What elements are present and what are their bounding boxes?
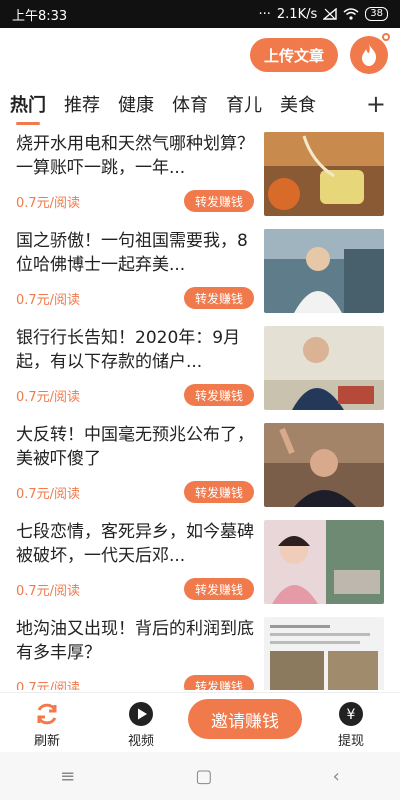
add-tab-button[interactable]: + (366, 90, 386, 118)
article-title[interactable]: 大反转！中国毫无预兆公布了，美被吓傻了 (16, 423, 254, 471)
status-bar: 上午8:33 ··· 2.1K/s 38 (0, 0, 400, 28)
fire-icon (362, 44, 376, 66)
article-price: 0.7元/阅读 (16, 681, 81, 690)
fire-button[interactable] (350, 36, 388, 74)
article-thumbnail[interactable] (264, 520, 384, 604)
invite-earn-button[interactable]: 邀请赚钱 (188, 699, 302, 739)
category-tabs: 热门 推荐 健康 体育 育儿 美食 + (0, 84, 400, 125)
article-item[interactable]: 银行行长告知！2020年：9月起，有以下存款的储户... 0.7元/阅读 转发赚… (0, 322, 400, 419)
nav-refresh[interactable]: 刷新 (22, 701, 72, 749)
article-price: 0.7元/阅读 (16, 293, 81, 308)
article-item[interactable]: 烧开水用电和天然气哪种划算？一算账吓一跳，一年... 0.7元/阅读 转发赚钱 (0, 128, 400, 225)
tab-sports[interactable]: 体育 (172, 91, 208, 117)
yuan-icon: ¥ (339, 702, 363, 726)
battery-icon: 38 (365, 7, 388, 21)
refresh-icon (37, 703, 57, 725)
share-earn-button[interactable]: 转发赚钱 (184, 578, 254, 600)
article-item[interactable]: 大反转！中国毫无预兆公布了，美被吓傻了 0.7元/阅读 转发赚钱 (0, 419, 400, 516)
article-price: 0.7元/阅读 (16, 487, 81, 502)
status-time: 上午8:33 (12, 8, 68, 24)
article-item[interactable]: 七段恋情，客死异乡，如今墓碑被破坏，一代天后邓... 0.7元/阅读 转发赚钱 (0, 516, 400, 613)
tab-parenting[interactable]: 育儿 (226, 91, 262, 117)
article-price: 0.7元/阅读 (16, 196, 81, 211)
share-earn-button[interactable]: 转发赚钱 (184, 384, 254, 406)
article-feed[interactable]: 烧开水用电和天然气哪种划算？一算账吓一跳，一年... 0.7元/阅读 转发赚钱 … (0, 128, 400, 690)
home-icon[interactable]: ▢ (195, 766, 212, 787)
notification-dot (382, 33, 390, 41)
article-thumbnail[interactable] (264, 326, 384, 410)
article-price: 0.7元/阅读 (16, 390, 81, 405)
article-item[interactable]: 国之骄傲！一句祖国需要我，8位哈佛博士一起弃美... 0.7元/阅读 转发赚钱 (0, 225, 400, 322)
system-navigation-bar: ≡ ▢ ‹ (0, 752, 400, 800)
share-earn-button[interactable]: 转发赚钱 (184, 675, 254, 690)
article-thumbnail[interactable] (264, 423, 384, 507)
share-earn-button[interactable]: 转发赚钱 (184, 481, 254, 503)
article-thumbnail[interactable] (264, 132, 384, 216)
top-bar: 上传文章 (0, 28, 400, 80)
article-title[interactable]: 烧开水用电和天然气哪种划算？一算账吓一跳，一年... (16, 132, 254, 180)
share-earn-button[interactable]: 转发赚钱 (184, 190, 254, 212)
network-speed: 2.1K/s (276, 6, 318, 22)
article-title[interactable]: 七段恋情，客死异乡，如今墓碑被破坏，一代天后邓... (16, 520, 254, 568)
tab-hot[interactable]: 热门 (10, 91, 46, 125)
signal-off-icon (323, 8, 337, 20)
share-earn-button[interactable]: 转发赚钱 (184, 287, 254, 309)
tab-recommended[interactable]: 推荐 (64, 91, 100, 117)
article-thumbnail[interactable] (264, 229, 384, 313)
nav-video[interactable]: 视频 (116, 701, 166, 749)
upload-article-button[interactable]: 上传文章 (250, 38, 338, 72)
yuan-symbol: ¥ (347, 707, 356, 723)
nav-refresh-label: 刷新 (33, 734, 60, 749)
status-dots: ··· (258, 6, 271, 22)
nav-withdraw-label: 提现 (337, 734, 364, 749)
article-item[interactable]: 地沟油又出现！背后的利润到底有多丰厚？ 0.7元/阅读 转发赚钱 (0, 613, 400, 690)
article-title[interactable]: 地沟油又出现！背后的利润到底有多丰厚？ (16, 617, 254, 665)
back-icon[interactable]: ‹ (333, 766, 340, 787)
play-icon (129, 702, 153, 726)
article-price: 0.7元/阅读 (16, 584, 81, 599)
wifi-icon (343, 8, 359, 20)
tab-food[interactable]: 美食 (280, 91, 316, 117)
menu-icon[interactable]: ≡ (60, 766, 75, 787)
nav-withdraw[interactable]: ¥ 提现 (326, 701, 376, 749)
bottom-navigation: 刷新 视频 邀请赚钱 ¥ 提现 (0, 692, 400, 752)
article-title[interactable]: 国之骄傲！一句祖国需要我，8位哈佛博士一起弃美... (16, 229, 254, 277)
tab-health[interactable]: 健康 (118, 91, 154, 117)
nav-video-label: 视频 (127, 734, 154, 749)
article-thumbnail[interactable] (264, 617, 384, 690)
status-indicators: ··· 2.1K/s 38 (258, 6, 388, 22)
article-title[interactable]: 银行行长告知！2020年：9月起，有以下存款的储户... (16, 326, 254, 374)
